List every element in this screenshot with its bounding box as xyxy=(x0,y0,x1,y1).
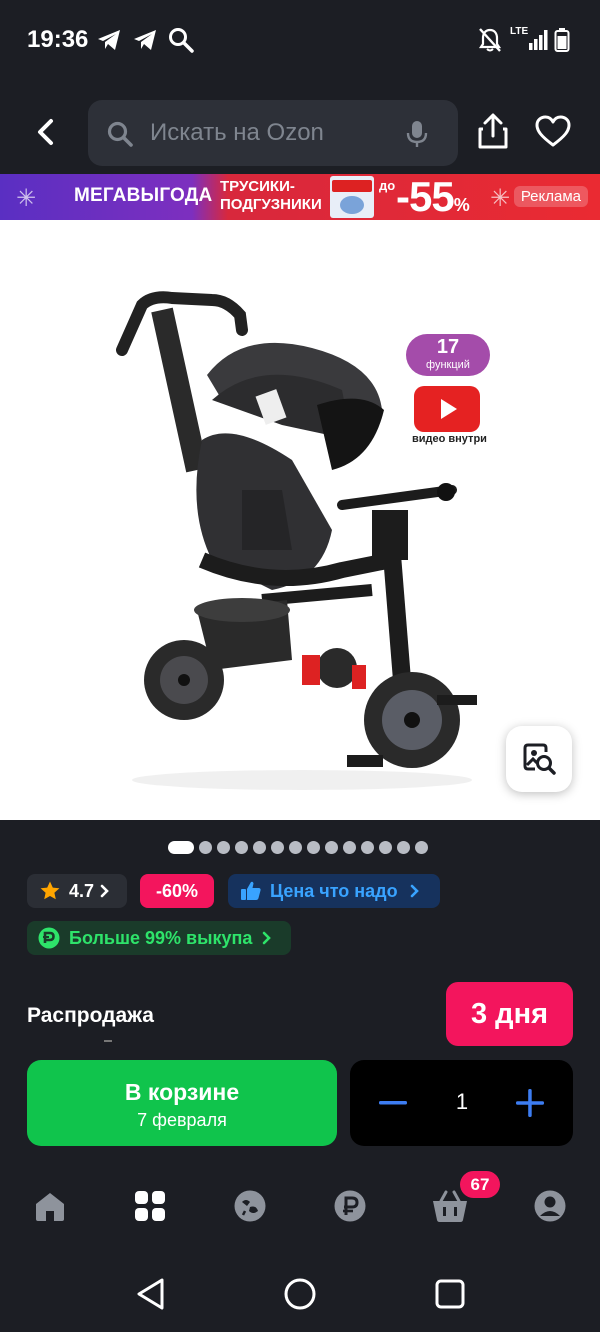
mute-icon xyxy=(478,26,502,54)
status-bar: 19:36 LTE xyxy=(0,0,600,80)
buyout-chip[interactable]: Больше 99% выкупа xyxy=(27,921,291,955)
visual-search-button[interactable] xyxy=(506,726,572,792)
buyout-label: Больше 99% выкупа xyxy=(69,927,253,948)
promo-title: МЕГАВЫГОДА xyxy=(74,185,213,206)
home-circle-icon xyxy=(284,1278,316,1310)
discount-badge: -60% xyxy=(140,874,214,908)
top-bar xyxy=(0,92,600,172)
promo-subtitle: ТРУСИКИ-ПОДГУЗНИКИ xyxy=(220,178,322,213)
search-input[interactable] xyxy=(150,110,390,156)
system-navigation-bar xyxy=(0,1252,600,1332)
gallery-pagination[interactable] xyxy=(168,840,428,854)
profile-icon xyxy=(534,1190,566,1222)
pagination-dot[interactable] xyxy=(199,840,212,854)
recents-square-icon xyxy=(435,1279,465,1309)
rating-chip[interactable]: 4.7 xyxy=(27,874,127,908)
cart-button-title: В корзине xyxy=(124,1079,240,1105)
product-gallery[interactable]: 17 функций видео внутри xyxy=(0,220,600,820)
cart-count-badge: 67 xyxy=(460,1171,500,1198)
pagination-dot[interactable] xyxy=(379,840,392,854)
share-icon xyxy=(478,113,508,149)
pagination-dot[interactable] xyxy=(361,840,374,854)
nav-fresh[interactable] xyxy=(230,1186,270,1226)
pagination-dot[interactable] xyxy=(289,840,302,854)
heart-icon xyxy=(535,115,571,147)
nav-profile[interactable] xyxy=(530,1186,570,1226)
delivery-date: 7 февраля xyxy=(137,1110,227,1130)
search-icon xyxy=(168,26,194,54)
telegram-icon xyxy=(96,26,122,54)
sparkle-icon: ✳ xyxy=(490,185,511,212)
system-back-button[interactable] xyxy=(130,1274,170,1314)
nav-home[interactable] xyxy=(30,1186,70,1226)
system-home-button[interactable] xyxy=(280,1274,320,1314)
telegram-icon xyxy=(132,26,158,54)
battery-icon xyxy=(554,26,570,54)
pagination-dot[interactable] xyxy=(397,840,410,854)
buyout-icon xyxy=(38,927,60,949)
back-icon xyxy=(38,119,53,145)
rating-value: 4.7 xyxy=(69,880,95,901)
network-label: LTE xyxy=(510,26,529,37)
quantity-value: 1 xyxy=(455,1089,469,1114)
chevron-right-icon xyxy=(263,931,272,945)
pagination-dot-active[interactable] xyxy=(168,840,194,854)
back-button[interactable] xyxy=(24,110,68,154)
pagination-dot[interactable] xyxy=(307,840,320,854)
diaper-pack-image xyxy=(330,176,374,218)
promo-prefix: до xyxy=(379,178,396,193)
status-time: 19:36 xyxy=(27,26,89,53)
pagination-dot[interactable] xyxy=(253,840,266,854)
signal-icon xyxy=(528,26,548,54)
search-icon xyxy=(106,120,134,153)
nav-catalog[interactable] xyxy=(130,1186,170,1226)
chevron-right-icon xyxy=(410,884,419,898)
youtube-icon xyxy=(414,386,480,432)
star-icon xyxy=(40,881,60,900)
catalog-icon xyxy=(135,1191,165,1221)
in-cart-button[interactable]: В корзине 7 февраля xyxy=(27,1060,337,1146)
features-badge: 17 функций xyxy=(406,334,490,376)
video-label: видео внутри xyxy=(412,433,487,445)
home-icon xyxy=(36,1193,64,1221)
pagination-dot[interactable] xyxy=(271,840,284,854)
back-triangle-icon xyxy=(137,1278,164,1310)
bottom-navigation xyxy=(0,1172,600,1242)
increase-button[interactable] xyxy=(513,1086,547,1120)
price-promo-label: Цена что надо xyxy=(270,880,398,901)
fresh-icon xyxy=(234,1190,266,1222)
price-promo-chip[interactable]: Цена что надо xyxy=(228,874,440,908)
plus-icon xyxy=(516,1089,544,1117)
pagination-dot[interactable] xyxy=(217,840,230,854)
system-recents-button[interactable] xyxy=(430,1274,470,1314)
minus-icon xyxy=(379,1101,407,1105)
ruble-icon xyxy=(334,1190,366,1222)
search-box[interactable] xyxy=(88,100,458,166)
chevron-right-icon xyxy=(100,884,109,898)
pagination-dot[interactable] xyxy=(343,840,356,854)
favorite-button[interactable] xyxy=(534,114,572,153)
thumbs-up-icon xyxy=(241,881,261,900)
image-search-icon xyxy=(523,743,556,775)
pagination-dot[interactable] xyxy=(415,840,428,854)
sale-label: Распродажа xyxy=(27,1004,154,1027)
divider-mark xyxy=(104,1040,112,1042)
decrease-button[interactable] xyxy=(376,1086,410,1120)
promo-banner[interactable]: ✳ МЕГАВЫГОДА ТРУСИКИ-ПОДГУЗНИКИ до -55% … xyxy=(0,174,600,220)
pagination-dot[interactable] xyxy=(235,840,248,854)
pagination-dot[interactable] xyxy=(325,840,338,854)
ad-label: Реклама xyxy=(513,186,588,207)
sparkle-icon: ✳ xyxy=(16,185,37,212)
sale-days-badge: 3 дня xyxy=(446,982,573,1046)
promo-discount: -55% xyxy=(396,174,470,220)
quantity-stepper[interactable]: 1 xyxy=(350,1060,573,1146)
nav-payment[interactable] xyxy=(330,1186,370,1226)
mic-icon[interactable] xyxy=(406,119,428,154)
share-button[interactable] xyxy=(474,112,512,157)
